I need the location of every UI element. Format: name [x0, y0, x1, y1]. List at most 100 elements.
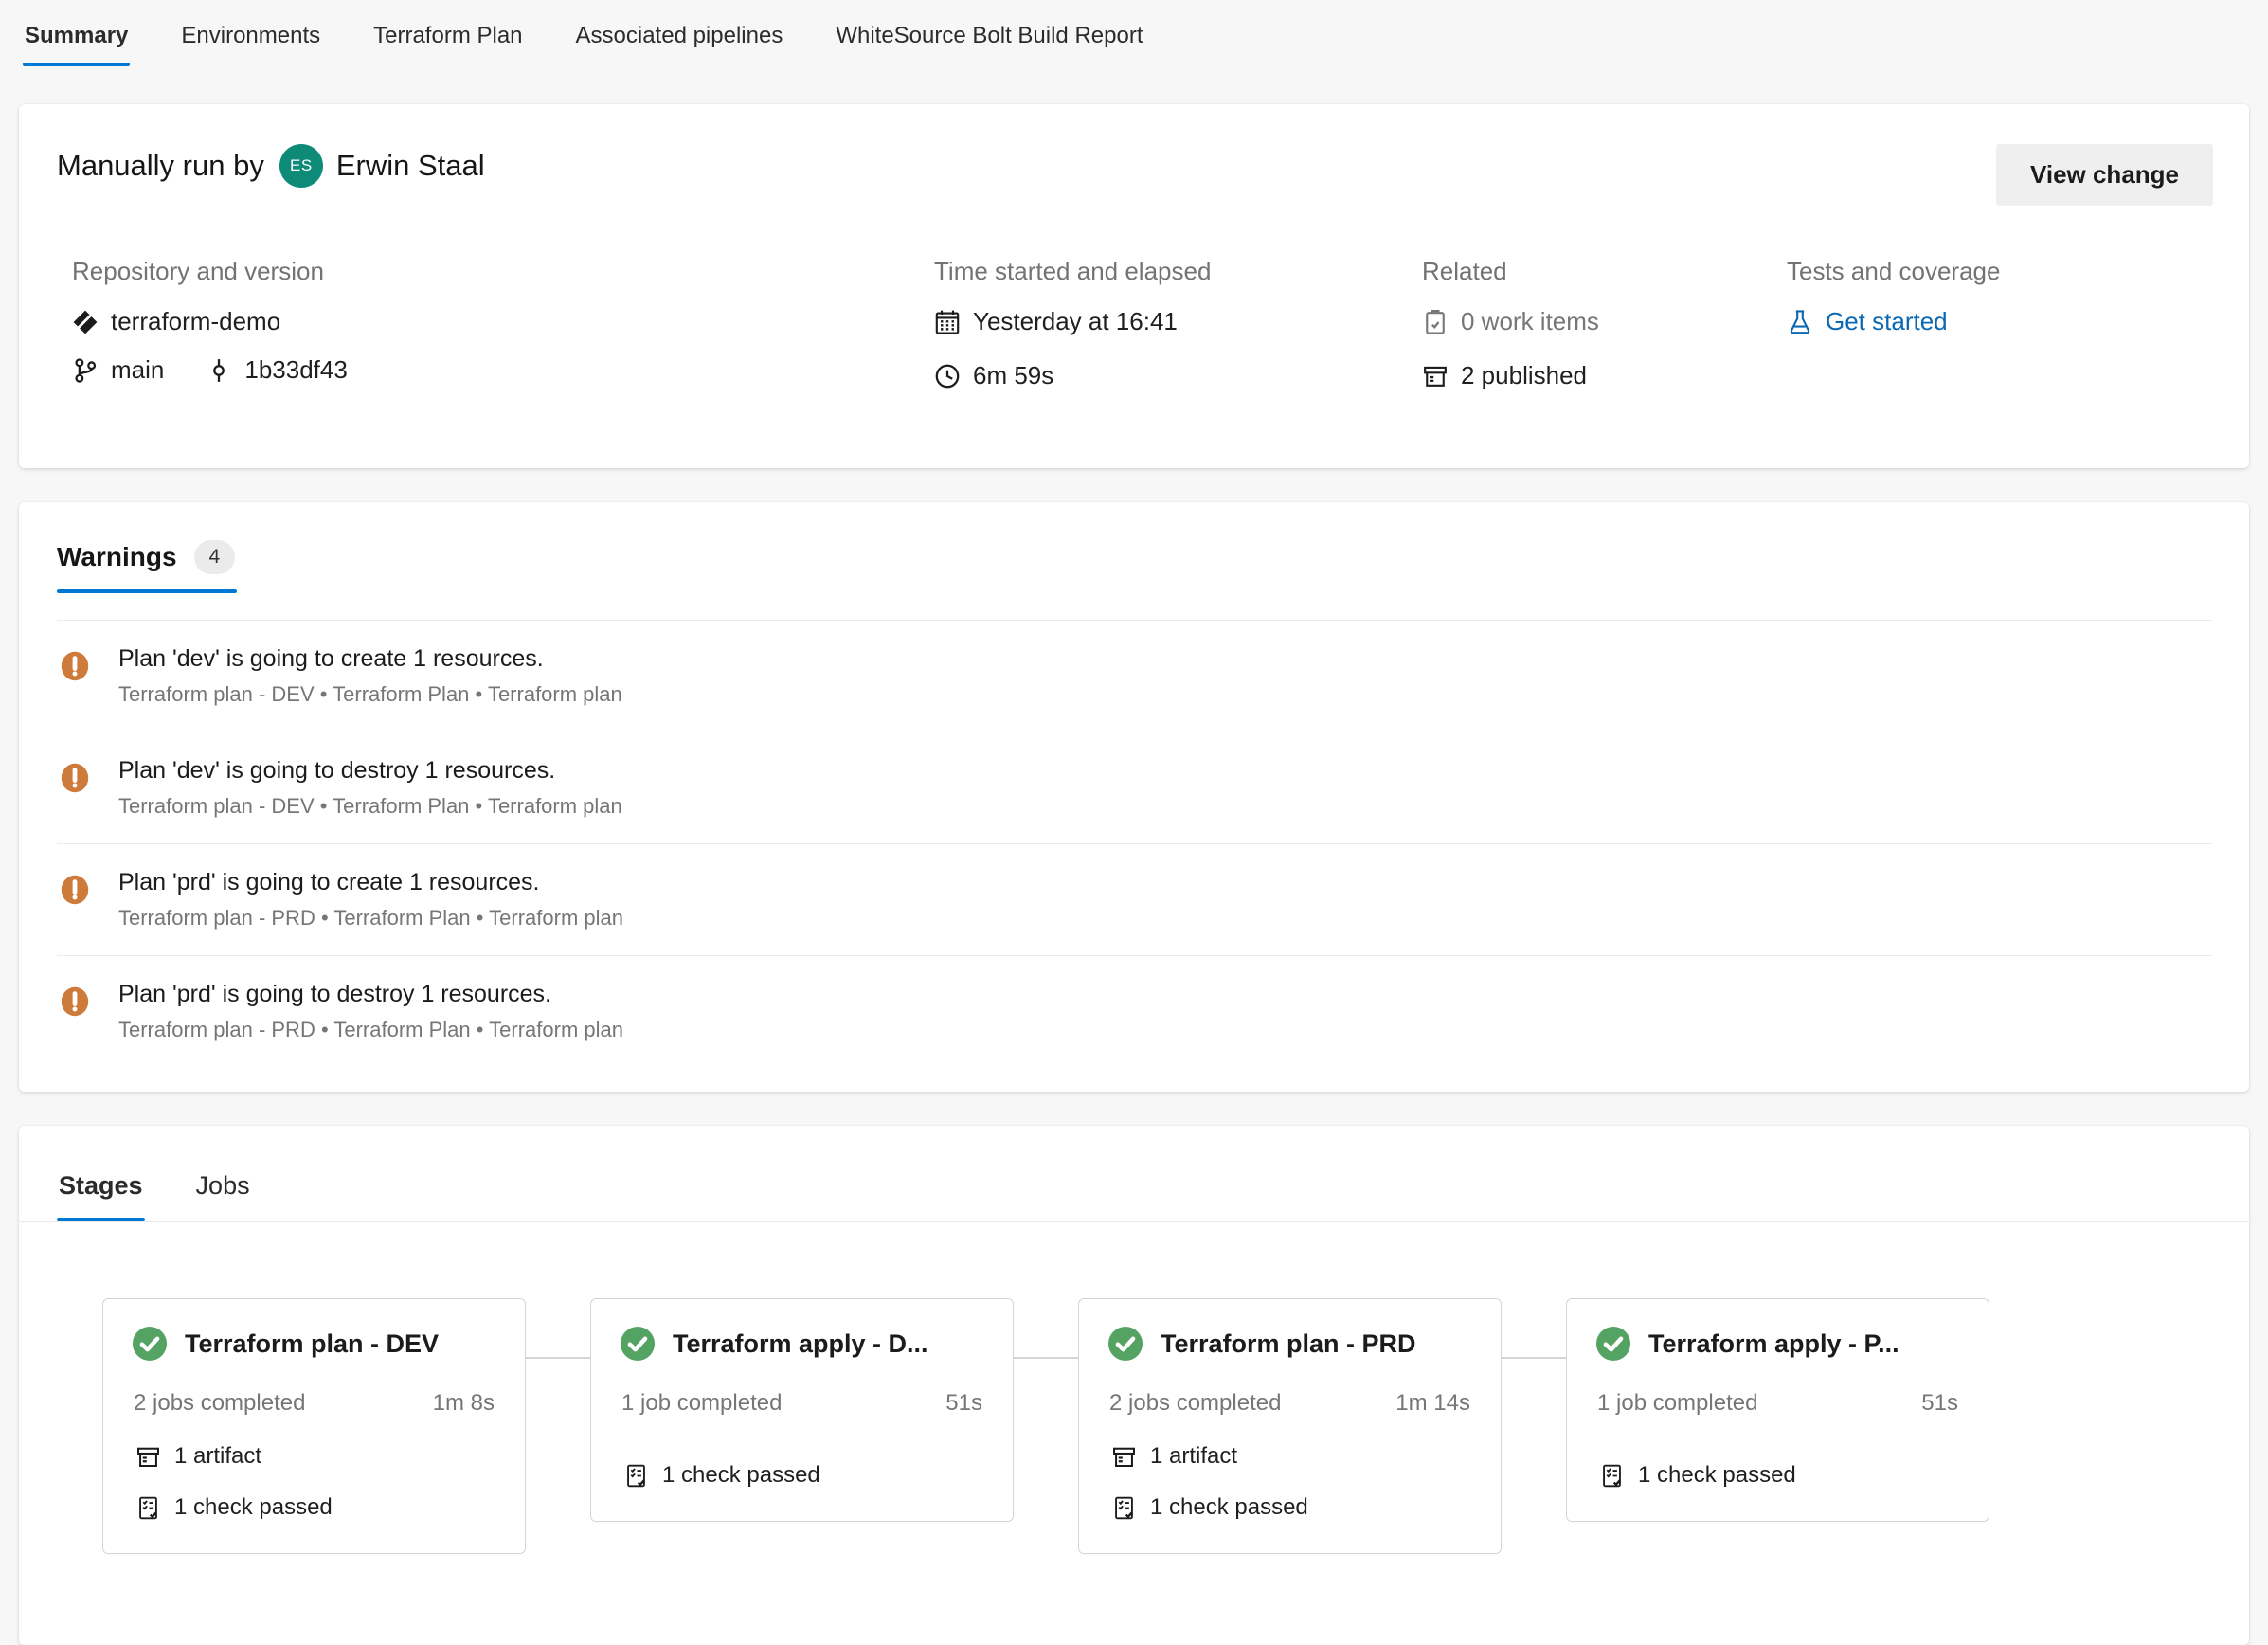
view-change-button[interactable]: View change [1995, 144, 2213, 206]
related-heading: Related [1422, 257, 1507, 285]
tab-stages[interactable]: Stages [57, 1164, 145, 1221]
stage-title: Terraform plan - PRD [1161, 1329, 1416, 1358]
warning-row[interactable]: Plan 'prd' is going to create 1 resource… [57, 843, 2211, 955]
branch[interactable]: main [72, 355, 164, 385]
stage-card-terraform-apply-prd[interactable]: Terraform apply - P... 1 job completed 5… [1566, 1298, 1989, 1522]
stage-meta-row: 2 jobs completed 1m 8s [132, 1390, 496, 1417]
work-items-row: 0 work items [1422, 307, 1787, 336]
warnings-tab-row: Warnings 4 [57, 540, 2211, 593]
warning-row[interactable]: Plan 'dev' is going to destroy 1 resourc… [57, 732, 2211, 843]
tests-get-started-label: Get started [1826, 307, 1948, 335]
published-artifacts-row[interactable]: 2 published [1422, 361, 1787, 390]
tab-warnings[interactable]: Warnings 4 [57, 540, 238, 593]
stage-title-row: Terraform plan - DEV [132, 1326, 496, 1362]
stage-check-label: 1 check passed [1150, 1494, 1308, 1520]
stage-connector [1014, 1357, 1078, 1359]
check-circle-icon [620, 1326, 656, 1362]
git-branch-icon [72, 357, 99, 384]
warning-title: Plan 'dev' is going to destroy 1 resourc… [118, 757, 556, 784]
stage-card-terraform-apply-dev[interactable]: Terraform apply - D... 1 job completed 5… [590, 1298, 1014, 1522]
warning-exclamation-icon [60, 763, 90, 793]
time-elapsed-value: 6m 59s [973, 361, 1054, 389]
tests-get-started-link[interactable]: Get started [1787, 307, 2215, 336]
stage-check-row[interactable]: 1 check passed [623, 1462, 984, 1489]
warning-texts: Plan 'dev' is going to destroy 1 resourc… [118, 757, 622, 819]
run-by-name: Erwin Staal [335, 149, 485, 182]
run-summary-panel: Manually run by ES Erwin Staal View chan… [19, 104, 2249, 468]
warning-texts: Plan 'prd' is going to create 1 resource… [118, 869, 623, 931]
stage-artifact-row[interactable]: 1 artifact [1111, 1443, 1472, 1470]
artifact-box-icon [1422, 363, 1449, 389]
stage-check-row[interactable]: 1 check passed [1111, 1494, 1472, 1521]
check-circle-icon [1107, 1326, 1143, 1362]
stage-jobs-completed: 2 jobs completed [134, 1390, 306, 1416]
repository-and-version-section: Repository and version terraform-demo ma… [72, 257, 934, 409]
tests-and-coverage-section: Tests and coverage Get started [1787, 257, 2215, 409]
avatar: ES [279, 144, 323, 188]
stage-duration: 1m 8s [432, 1390, 495, 1416]
stage-meta-row: 1 job completed 51s [1595, 1390, 1960, 1417]
tab-environments[interactable]: Environments [179, 15, 322, 66]
run-by-prefix: Manually run by [57, 149, 264, 182]
warning-subtitle: Terraform plan - PRD • Terraform Plan • … [118, 906, 623, 930]
work-items-value: 0 work items [1461, 307, 1599, 335]
warning-exclamation-icon [60, 651, 90, 681]
time-section: Time started and elapsed Yesterday at 16… [934, 257, 1422, 409]
artifact-box-icon [1111, 1444, 1137, 1470]
stage-title-row: Terraform apply - D... [620, 1326, 984, 1362]
stage-jobs-completed: 2 jobs completed [1109, 1390, 1282, 1416]
stage-duration: 51s [945, 1390, 982, 1416]
stage-card-terraform-plan-dev[interactable]: Terraform plan - DEV 2 jobs completed 1m… [102, 1298, 526, 1554]
stage-check-row[interactable]: 1 check passed [1599, 1462, 1960, 1489]
stage-title-row: Terraform apply - P... [1595, 1326, 1960, 1362]
tests-heading: Tests and coverage [1787, 257, 2001, 285]
stage-check-row[interactable]: 1 check passed [135, 1494, 496, 1521]
checklist-icon [135, 1495, 161, 1521]
warning-subtitle: Terraform plan - DEV • Terraform Plan • … [118, 794, 622, 818]
warning-exclamation-icon [60, 986, 90, 1017]
stage-check-label: 1 check passed [1638, 1462, 1796, 1488]
warning-title: Plan 'prd' is going to destroy 1 resourc… [118, 981, 552, 1007]
stage-duration: 51s [1921, 1390, 1958, 1416]
warning-row[interactable]: Plan 'dev' is going to create 1 resource… [57, 620, 2211, 732]
time-started-value: Yesterday at 16:41 [973, 307, 1178, 335]
stage-artifact-label: 1 artifact [174, 1443, 262, 1469]
run-by: Manually run by ES Erwin Staal [57, 144, 485, 188]
stage-duration: 1m 14s [1395, 1390, 1470, 1416]
checklist-icon [1111, 1495, 1137, 1521]
stage-title: Terraform plan - DEV [185, 1329, 440, 1358]
stage-title: Terraform apply - P... [1648, 1329, 1899, 1358]
warnings-panel: Warnings 4 Plan 'dev' is going to create… [19, 502, 2249, 1092]
warning-row[interactable]: Plan 'prd' is going to destroy 1 resourc… [57, 955, 2211, 1067]
repository-row[interactable]: terraform-demo [72, 307, 934, 336]
pipeline-run-summary-page: Summary Environments Terraform Plan Asso… [0, 0, 2268, 1645]
stages-jobs-tabs: Stages Jobs [19, 1164, 2249, 1222]
tab-summary[interactable]: Summary [23, 15, 131, 66]
repository-heading: Repository and version [72, 257, 324, 285]
warning-subtitle: Terraform plan - PRD • Terraform Plan • … [118, 1018, 623, 1041]
stage-connector [526, 1357, 590, 1359]
stage-meta-row: 2 jobs completed 1m 14s [1107, 1390, 1472, 1417]
checklist-icon [1599, 1463, 1625, 1489]
stage-title-row: Terraform plan - PRD [1107, 1326, 1472, 1362]
warning-texts: Plan 'dev' is going to create 1 resource… [118, 645, 622, 707]
avatar-initials: ES [290, 156, 313, 174]
calendar-icon [934, 309, 961, 335]
stage-card-terraform-plan-prd[interactable]: Terraform plan - PRD 2 jobs completed 1m… [1078, 1298, 1502, 1554]
commit[interactable]: 1b33df43 [206, 355, 348, 385]
tab-terraform-plan[interactable]: Terraform Plan [371, 15, 524, 66]
time-started-row: Yesterday at 16:41 [934, 307, 1422, 336]
stages-panel: Stages Jobs Terraform plan - DEV 2 jobs … [19, 1126, 2249, 1645]
tab-whitesource-bolt-build-report[interactable]: WhiteSource Bolt Build Report [834, 15, 1144, 66]
commit-hash: 1b33df43 [244, 355, 348, 384]
check-circle-icon [1595, 1326, 1631, 1362]
branch-commit-row: main 1b33df43 [72, 355, 934, 385]
stage-artifact-row[interactable]: 1 artifact [135, 1443, 496, 1470]
git-commit-icon [206, 357, 232, 384]
tab-associated-pipelines[interactable]: Associated pipelines [574, 15, 785, 66]
published-artifacts-value: 2 published [1461, 361, 1587, 389]
tab-jobs[interactable]: Jobs [194, 1164, 252, 1221]
stage-cards: Terraform plan - DEV 2 jobs completed 1m… [19, 1222, 2249, 1554]
summary-header: Manually run by ES Erwin Staal View chan… [57, 144, 2215, 206]
clock-icon [934, 363, 961, 389]
